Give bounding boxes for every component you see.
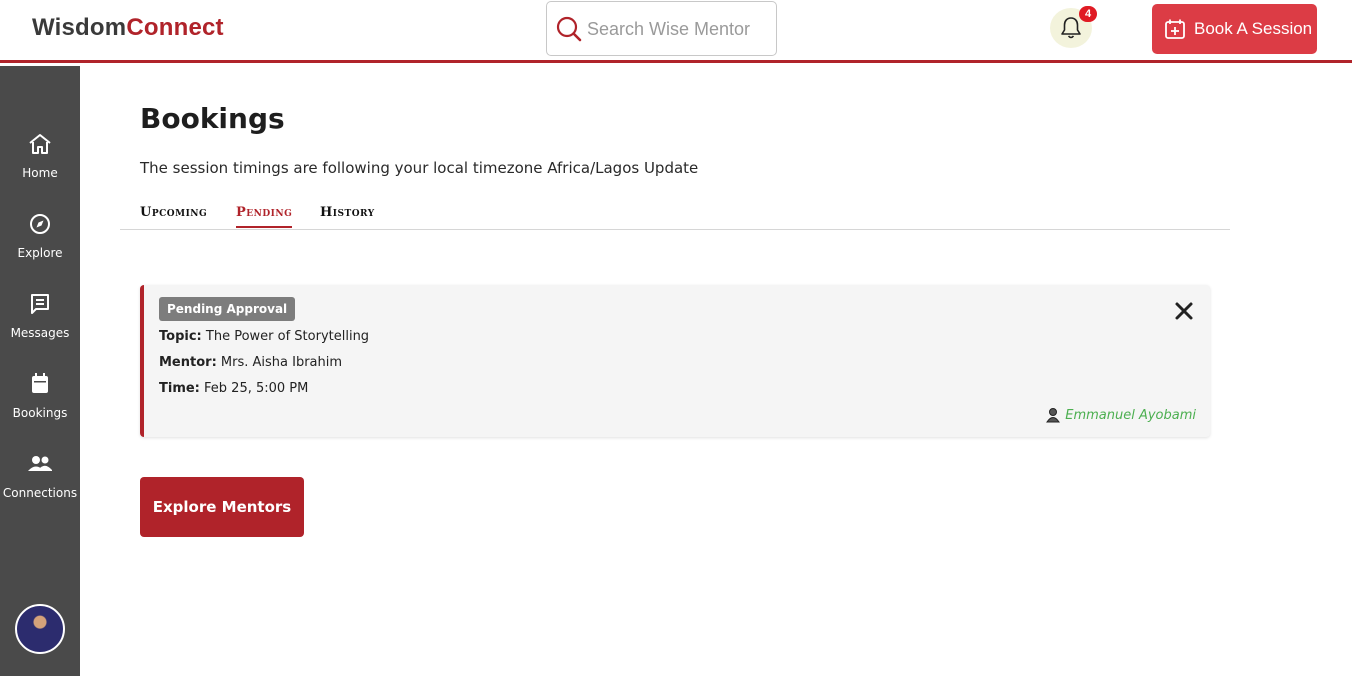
user-avatar[interactable]	[15, 604, 65, 654]
booking-tabs: Upcoming Pending History	[120, 202, 1230, 230]
users-icon	[28, 456, 52, 471]
logo-wisdom: Wisdom	[32, 14, 127, 41]
main-content: Bookings The session timings are followi…	[80, 66, 1352, 676]
mentor-row: Mentor: Mrs. Aisha Ibrahim	[159, 355, 342, 370]
notification-count-badge: 4	[1079, 6, 1097, 22]
sidebar-label-home: Home	[22, 166, 58, 180]
timezone-note: The session timings are following your l…	[140, 159, 699, 177]
sidebar-item-connections[interactable]: Connections	[0, 452, 80, 524]
user-icon	[1046, 408, 1061, 423]
mentee-link[interactable]: Emmanuel Ayobami	[1045, 407, 1196, 423]
time-row: Time: Feb 25, 5:00 PM	[159, 381, 308, 396]
sidebar-item-home[interactable]: Home	[0, 132, 80, 204]
sidebar-label-messages: Messages	[10, 326, 70, 340]
sidebar: Home Explore Messages Bookings Connectio…	[0, 66, 80, 676]
sidebar-label-bookings: Bookings	[12, 406, 68, 420]
tab-upcoming[interactable]: Upcoming	[140, 205, 207, 226]
topic-value: The Power of Storytelling	[205, 329, 370, 344]
topic-row: Topic: The Power of Storytelling	[159, 329, 369, 344]
mentor-value: Mrs. Aisha Ibrahim	[220, 355, 343, 370]
time-label: Time:	[159, 381, 200, 396]
search-icon	[556, 16, 582, 42]
sidebar-item-explore[interactable]: Explore	[0, 212, 80, 284]
topic-label: Topic:	[159, 329, 202, 344]
close-icon[interactable]	[1172, 299, 1196, 323]
mentee-name: Emmanuel Ayobami	[1065, 407, 1196, 423]
tab-pending[interactable]: Pending	[236, 205, 293, 228]
booking-card: Pending Approval Topic: The Power of Sto…	[140, 285, 1210, 437]
explore-mentors-button[interactable]: Explore Mentors	[140, 477, 304, 537]
search-input[interactable]	[587, 12, 767, 46]
search-box[interactable]	[546, 1, 777, 56]
top-header: WisdomConnect 4 Book A Session	[0, 0, 1352, 63]
logo-connect: Connect	[126, 14, 224, 41]
time-value: Feb 25, 5:00 PM	[204, 381, 309, 396]
bell-icon	[1061, 17, 1081, 39]
sidebar-label-explore: Explore	[17, 246, 63, 260]
home-icon	[29, 134, 51, 154]
message-icon	[31, 294, 49, 314]
book-session-button[interactable]: Book A Session	[1152, 4, 1317, 54]
calendar-icon	[32, 373, 48, 393]
sidebar-item-messages[interactable]: Messages	[0, 292, 80, 364]
status-badge: Pending Approval	[159, 297, 296, 321]
compass-icon	[30, 214, 50, 234]
page-title: Bookings	[140, 102, 285, 135]
book-session-label: Book A Session	[1194, 19, 1313, 38]
sidebar-item-bookings[interactable]: Bookings	[0, 372, 80, 444]
app-logo[interactable]: WisdomConnect	[32, 14, 224, 42]
calendar-plus-icon	[1165, 19, 1185, 39]
sidebar-label-connections: Connections	[2, 486, 78, 500]
tab-history[interactable]: History	[320, 205, 375, 226]
mentor-label: Mentor:	[159, 355, 217, 370]
